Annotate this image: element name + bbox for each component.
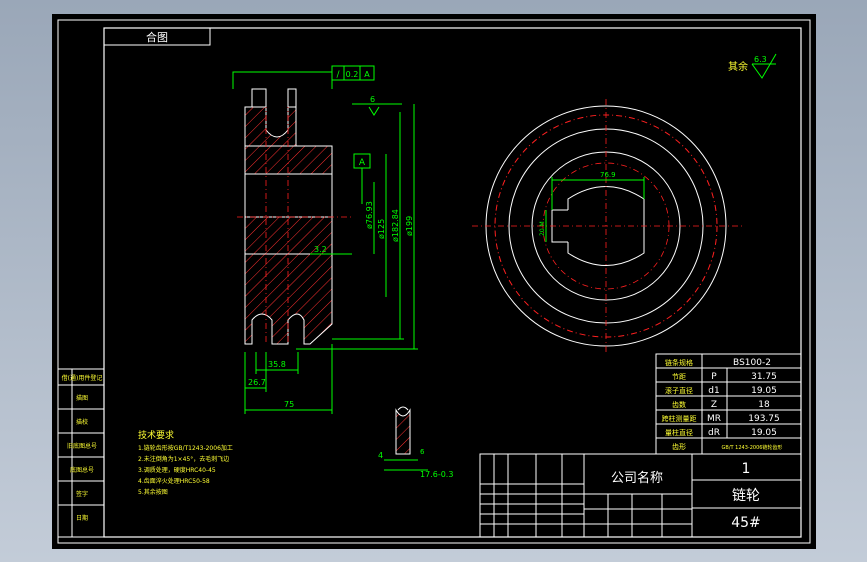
fcf-tolerance: 0.2 xyxy=(346,70,359,79)
strip-label-5: 签字 xyxy=(76,490,88,498)
param-name: 跨柱测量距 xyxy=(662,414,697,423)
roughness-value: 6.3 xyxy=(754,55,767,64)
dim-key-width: 76.9 xyxy=(600,171,616,179)
part-name: 链轮 xyxy=(732,488,760,504)
dim-key-depth: 20 M xyxy=(539,221,546,236)
param-name: 齿数 xyxy=(672,400,686,409)
param-val: GB/T 1243-2006链轮齿形 xyxy=(722,444,783,451)
section-view xyxy=(237,88,352,345)
dim-root: ø182.84 xyxy=(391,209,400,242)
tech-item-1: 2.未注倒角为1×45°，去毛刺飞边 xyxy=(138,455,229,463)
roughness-note: 其余 xyxy=(728,60,748,73)
param-sym: d1 xyxy=(708,386,719,396)
cad-viewport[interactable]: 合图 借(通)用件登记 描图 描校 旧底图总号 底图总号 签字 日期 / 0.2… xyxy=(52,14,816,549)
strip-label-2: 描校 xyxy=(76,418,88,426)
material: 45# xyxy=(731,515,761,531)
param-sym: P xyxy=(711,372,717,382)
param-table: 链条规格 BS100-2 节距 P 31.75 滚子直径 d1 19.05 齿数… xyxy=(655,353,802,455)
param-name: 滚子直径 xyxy=(665,386,693,395)
strip-label-3: 旧底图总号 xyxy=(67,442,97,450)
strip-label-6: 日期 xyxy=(76,514,88,522)
param-name: 节距 xyxy=(672,373,686,381)
outer-border xyxy=(57,19,811,544)
param-sym: Z xyxy=(711,400,717,410)
front-view: 76.9 20 M xyxy=(472,99,742,354)
tech-item-4: 5.其余按图 xyxy=(138,488,168,496)
param-sym: MR xyxy=(707,414,721,424)
dim-tip: ø199 xyxy=(405,216,414,236)
frame-title: 合图 xyxy=(146,30,168,44)
param-val: 18 xyxy=(758,400,770,410)
roughness-b: 3.2 xyxy=(314,245,327,254)
tech-item-3: 4.齿面淬火处理HRC50-58 xyxy=(138,477,210,485)
datum-label: A xyxy=(359,158,366,168)
quantity: 1 xyxy=(742,461,751,477)
left-strip: 借(通)用件登记 描图 描校 旧底图总号 底图总号 签字 日期 xyxy=(57,368,105,538)
strip-label-4: 底图总号 xyxy=(70,466,94,474)
param-val: 19.05 xyxy=(751,386,777,396)
param-name: 量柱直径 xyxy=(665,428,693,437)
param-header-name: 链条规格 xyxy=(665,358,693,367)
dim-tooth-r: 6 xyxy=(420,448,425,456)
param-val: 193.75 xyxy=(748,414,780,424)
param-val: 19.05 xyxy=(751,428,777,438)
param-sym: dR xyxy=(708,428,720,438)
tech-requirements: 技术要求 1.链轮齿形按GB/T1243-2006加工 2.未注倒角为1×45°… xyxy=(138,429,233,496)
param-val: 31.75 xyxy=(751,372,777,382)
dim-tooth-profile: 17.6-0.3 xyxy=(420,470,453,479)
strip-label-0: 借(通)用件登记 xyxy=(62,374,103,382)
fcf-symbol: / xyxy=(336,70,340,80)
company-name: 公司名称 xyxy=(611,470,663,486)
dim-total-width: 75 xyxy=(284,400,294,409)
title-block: 公司名称 1 链轮 45# xyxy=(479,453,802,538)
dim-hub: ø125 xyxy=(377,219,386,239)
dim-pitch-width: 35.8 xyxy=(268,360,286,369)
param-header-value: BS100-2 xyxy=(733,358,771,368)
dim-tooth-width: 26.7 xyxy=(248,378,266,387)
tooth-profile-view: 4 6 17.6-0.3 xyxy=(378,406,453,479)
roughness-a: 6 xyxy=(370,95,375,104)
strip-label-1: 描图 xyxy=(76,394,88,402)
tech-item-0: 1.链轮齿形按GB/T1243-2006加工 xyxy=(138,444,233,452)
tech-heading: 技术要求 xyxy=(138,429,174,441)
fcf-datum: A xyxy=(364,70,370,79)
param-name: 齿形 xyxy=(672,443,686,451)
drawing-canvas: 合图 借(通)用件登记 描图 描校 旧底图总号 底图总号 签字 日期 / 0.2… xyxy=(57,19,811,544)
tech-item-2: 3.调质处理，硬度HRC40-45 xyxy=(138,466,216,474)
dim-bore: ø76.93 xyxy=(365,201,374,229)
dim-tooth-w: 4 xyxy=(378,451,383,460)
